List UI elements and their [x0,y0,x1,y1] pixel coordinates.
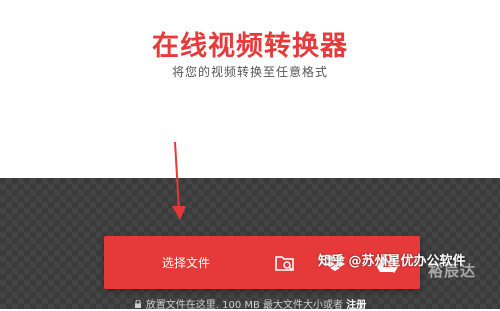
folder-search-icon[interactable] [273,251,297,275]
register-link[interactable]: 注册 [346,300,366,311]
choose-file-button[interactable]: 选择文件 [104,236,268,289]
watermark-brand: 裕辰达 [428,262,477,280]
hero-section: 在线视频转换器 将您的视频转换至任意格式 [0,0,500,178]
page-title: 在线视频转换器 [152,31,348,62]
page-subtitle: 将您的视频转换至任意格式 [171,65,328,79]
drop-note-text: 放置文件在这里. 100 MB 最大文件大小或者 [145,300,344,311]
lock-icon [134,300,141,308]
pointer-arrow-icon [172,141,186,220]
